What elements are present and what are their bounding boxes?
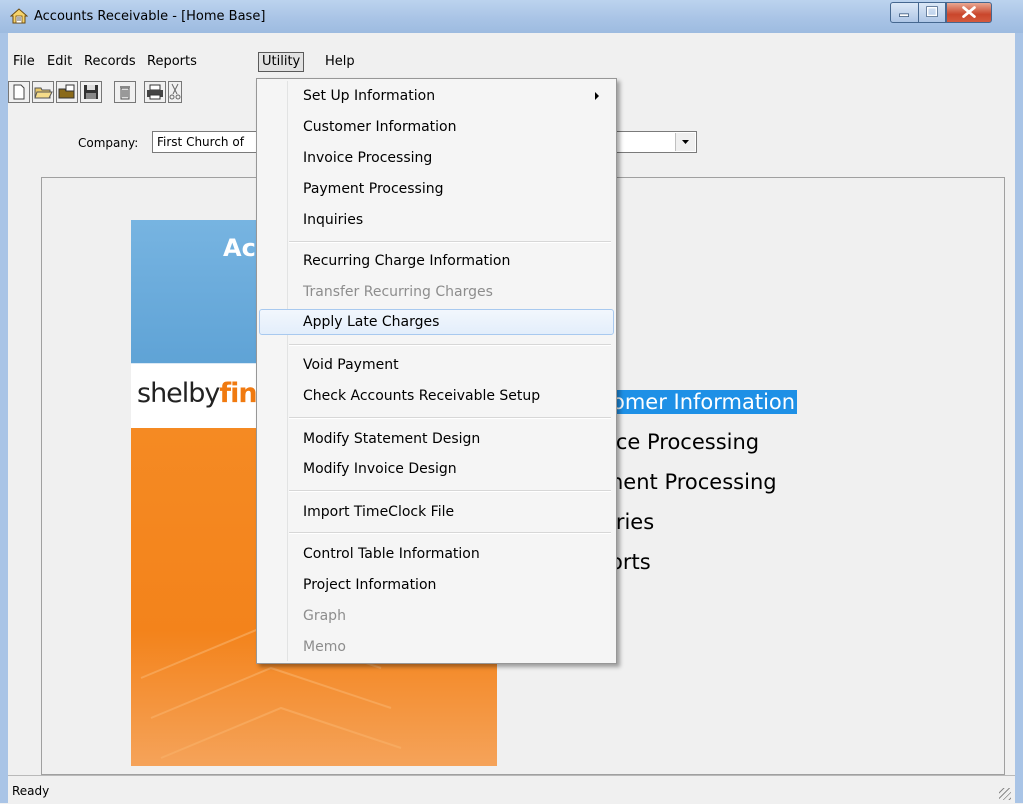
open-file-button[interactable] [56, 81, 78, 103]
menu-item-graph: Graph [259, 603, 614, 629]
menu-reports[interactable]: Reports [144, 53, 200, 71]
open-file-icon [58, 84, 75, 99]
delete-button[interactable] [114, 81, 136, 103]
dropdown-arrow-icon[interactable] [675, 133, 695, 151]
home-link-invoice-processing[interactable]: ice Processing [610, 430, 759, 454]
delete-icon [120, 86, 130, 100]
status-text: Ready [12, 784, 50, 798]
menu-edit[interactable]: Edit [44, 53, 75, 71]
menu-item-label: Project Information [303, 577, 437, 593]
menu-item-label: Apply Late Charges [303, 314, 440, 330]
minimize-button[interactable] [890, 2, 919, 23]
print-button[interactable] [144, 81, 166, 103]
menu-separator [289, 417, 611, 419]
application-window: Accounts Receivable - [Home Base] File E… [0, 0, 1023, 804]
menu-separator [289, 532, 611, 534]
menu-item-apply-late-charges[interactable]: Apply Late Charges [259, 309, 614, 335]
menu-item-label: Inquiries [303, 212, 364, 228]
close-button[interactable] [946, 2, 992, 23]
menu-item-label: Void Payment [303, 357, 399, 373]
resize-grip-icon[interactable] [999, 788, 1011, 800]
menu-item-label: Recurring Charge Information [303, 253, 511, 269]
save-button[interactable] [80, 81, 102, 103]
status-bar: Ready [8, 775, 1015, 804]
menu-item-label: Import TimeClock File [303, 504, 455, 520]
menu-item-label: Invoice Processing [303, 150, 433, 166]
submenu-arrow-icon [595, 92, 599, 100]
menu-records[interactable]: Records [81, 53, 139, 71]
menu-item-inquiries[interactable]: Inquiries [259, 207, 614, 233]
print-icon [147, 84, 163, 100]
menu-item-label: Customer Information [303, 119, 457, 135]
menu-item-check-accounts-receivable-setup[interactable]: Check Accounts Receivable Setup [259, 383, 614, 409]
menu-item-label: Graph [303, 608, 346, 624]
menu-item-set-up-information[interactable]: Set Up Information [259, 83, 614, 109]
utility-dropdown-menu: Set Up Information Customer Information … [256, 78, 617, 664]
home-link-customer-information[interactable]: omer Information [610, 390, 798, 414]
save-icon [84, 85, 98, 99]
new-document-button[interactable] [8, 81, 30, 103]
menu-utility[interactable]: Utility [258, 52, 305, 72]
window-border-right [1015, 33, 1023, 803]
maximize-button[interactable] [918, 2, 946, 23]
menu-item-customer-information[interactable]: Customer Information [259, 114, 614, 140]
close-icon [962, 6, 976, 18]
window-title: Accounts Receivable - [Home Base] [34, 9, 266, 24]
menu-item-memo: Memo [259, 634, 614, 660]
home-link-payment-processing[interactable]: nent Processing [610, 470, 777, 494]
minimize-icon [899, 13, 909, 17]
menu-item-label: Payment Processing [303, 181, 444, 197]
maximize-icon [926, 6, 938, 17]
menu-separator [289, 344, 611, 346]
open-folder-icon [34, 87, 53, 99]
menu-item-label: Set Up Information [303, 88, 436, 104]
window-border-left [0, 33, 8, 803]
menu-item-invoice-processing[interactable]: Invoice Processing [259, 145, 614, 171]
menu-item-label: Memo [303, 639, 346, 655]
menu-item-control-table-information[interactable]: Control Table Information [259, 541, 614, 567]
company-value: First Church of [157, 135, 244, 149]
menu-item-label: Modify Statement Design [303, 431, 481, 447]
logo-text-part1: shelby [137, 378, 220, 409]
menu-item-recurring-charge-information[interactable]: Recurring Charge Information [259, 248, 614, 274]
company-label: Company: [78, 136, 139, 150]
cut-button[interactable] [168, 81, 182, 103]
open-folder-button[interactable] [32, 81, 54, 103]
menu-item-import-timeclock-file[interactable]: Import TimeClock File [259, 499, 614, 525]
menu-bar: File Edit Records Reports Utility Help [8, 51, 1015, 75]
menu-item-void-payment[interactable]: Void Payment [259, 352, 614, 378]
menu-item-project-information[interactable]: Project Information [259, 572, 614, 598]
cut-icon [169, 83, 181, 100]
menu-separator [289, 241, 611, 243]
menu-item-transfer-recurring-charges: Transfer Recurring Charges [259, 279, 614, 305]
menu-item-label: Check Accounts Receivable Setup [303, 388, 541, 404]
new-document-icon [13, 84, 25, 100]
home-icon [9, 8, 29, 24]
menu-separator [289, 490, 611, 492]
menu-item-label: Control Table Information [303, 546, 480, 562]
menu-item-modify-statement-design[interactable]: Modify Statement Design [259, 426, 614, 452]
window-title-bar[interactable]: Accounts Receivable - [Home Base] [0, 0, 1023, 34]
menu-item-payment-processing[interactable]: Payment Processing [259, 176, 614, 202]
menu-file[interactable]: File [10, 53, 38, 71]
menu-item-label: Modify Invoice Design [303, 461, 457, 477]
menu-help[interactable]: Help [322, 53, 358, 71]
menu-item-modify-invoice-design[interactable]: Modify Invoice Design [259, 456, 614, 482]
menu-item-label: Transfer Recurring Charges [303, 284, 493, 300]
